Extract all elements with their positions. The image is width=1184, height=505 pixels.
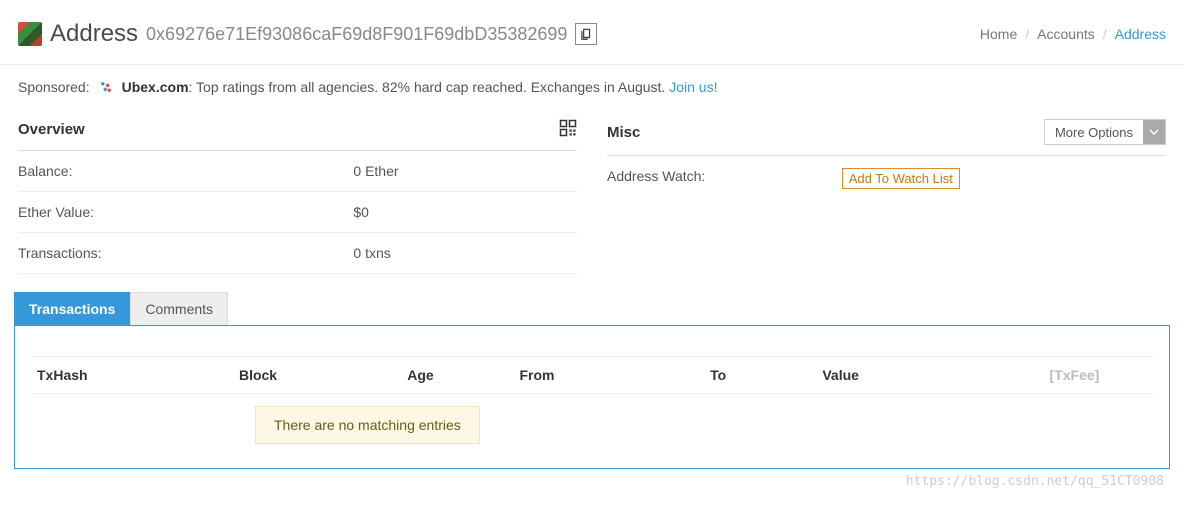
qr-icon — [559, 119, 577, 137]
sponsor-link[interactable]: Join us! — [669, 79, 717, 95]
tab-bar: Transactions Comments — [14, 292, 1170, 325]
transactions-row: Transactions: 0 txns — [18, 233, 577, 274]
empty-state-wrap: There are no matching entries — [31, 394, 1153, 444]
col-from: From — [513, 357, 704, 394]
ether-value-value: $0 — [353, 204, 577, 220]
more-options-label: More Options — [1045, 122, 1143, 143]
address-watch-row: Address Watch: Add To Watch List — [607, 156, 1166, 201]
transactions-label: Transactions: — [18, 245, 353, 261]
breadcrumb-current[interactable]: Address — [1115, 26, 1166, 42]
address-watch-value: Add To Watch List — [842, 168, 1166, 189]
tab-content-transactions: TxHash Block Age From To Value [TxFee] T… — [14, 325, 1170, 469]
misc-panel: Misc More Options Address Watch: Add To … — [607, 109, 1166, 274]
breadcrumb-home[interactable]: Home — [980, 26, 1017, 42]
add-watchlist-button[interactable]: Add To Watch List — [842, 168, 960, 189]
breadcrumb-sep: / — [1025, 26, 1029, 42]
copy-address-button[interactable] — [575, 23, 597, 45]
balance-value: 0 Ether — [353, 163, 577, 179]
tab-transactions[interactable]: Transactions — [14, 292, 130, 325]
transactions-table: TxHash Block Age From To Value [TxFee] — [31, 356, 1153, 394]
col-value: Value — [816, 357, 996, 394]
more-options-button[interactable]: More Options — [1044, 119, 1166, 145]
empty-state-message: There are no matching entries — [255, 406, 480, 444]
misc-header: Misc More Options — [607, 109, 1166, 156]
chevron-down-icon — [1143, 120, 1165, 144]
watermark: https://blog.csdn.net/qq_51CT0908 — [906, 474, 1164, 489]
col-txhash: TxHash — [31, 357, 233, 394]
panels: Overview Balance: 0 Ether Ether Value: $… — [0, 109, 1184, 274]
address-watch-label: Address Watch: — [607, 168, 842, 189]
page-header: Address 0x69276e71Ef93086caF69d8F901F69d… — [0, 0, 1184, 65]
col-to: To — [704, 357, 816, 394]
breadcrumb-accounts[interactable]: Accounts — [1037, 26, 1095, 42]
sponsor-row: Sponsored: Ubex.com: Top ratings from al… — [0, 65, 1184, 109]
ether-value-label: Ether Value: — [18, 204, 353, 220]
breadcrumb-sep: / — [1103, 26, 1107, 42]
table-header-row: TxHash Block Age From To Value [TxFee] — [31, 357, 1153, 394]
sponsor-name: Ubex.com — [122, 79, 189, 95]
address-hash: 0x69276e71Ef93086caF69d8F901F69dbD353826… — [146, 24, 567, 45]
sponsor-text: : Top ratings from all agencies. 82% har… — [189, 79, 670, 95]
ether-value-row: Ether Value: $0 — [18, 192, 577, 233]
sponsor-label: Sponsored: — [18, 79, 90, 95]
tabs-section: Transactions Comments TxHash Block Age F… — [0, 274, 1184, 469]
sponsor-text-wrap: Ubex.com: Top ratings from all agencies.… — [122, 79, 718, 95]
qr-code-button[interactable] — [559, 119, 577, 140]
overview-title: Overview — [18, 121, 85, 138]
sponsor-logo-icon — [98, 79, 114, 95]
misc-title: Misc — [607, 124, 640, 141]
col-age: Age — [401, 357, 513, 394]
header-left: Address 0x69276e71Ef93086caF69d8F901F69d… — [18, 20, 597, 48]
address-identicon-icon — [18, 22, 42, 46]
balance-label: Balance: — [18, 163, 353, 179]
breadcrumb: Home / Accounts / Address — [980, 26, 1166, 42]
page-title: Address — [50, 20, 138, 48]
tab-comments[interactable]: Comments — [130, 292, 228, 325]
overview-header: Overview — [18, 109, 577, 151]
balance-row: Balance: 0 Ether — [18, 151, 577, 192]
overview-panel: Overview Balance: 0 Ether Ether Value: $… — [18, 109, 577, 274]
transactions-value: 0 txns — [353, 245, 577, 261]
copy-icon — [579, 27, 593, 41]
col-txfee: [TxFee] — [996, 357, 1153, 394]
col-block: Block — [233, 357, 401, 394]
